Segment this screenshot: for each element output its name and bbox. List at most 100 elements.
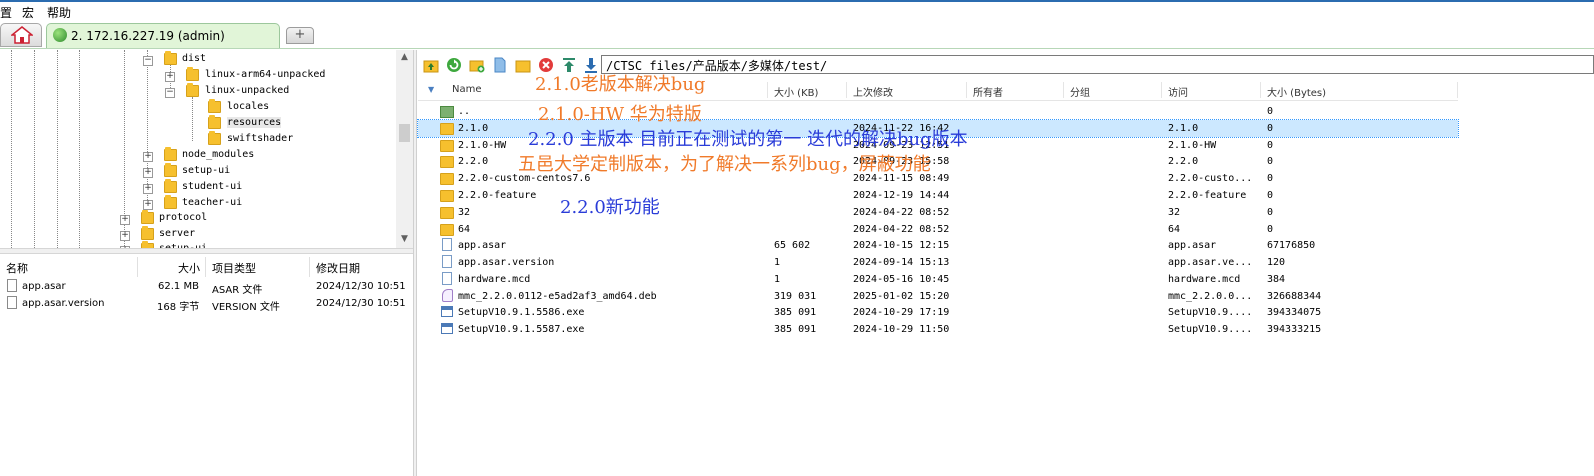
file-access: 2.2.0	[1168, 156, 1199, 167]
connected-globe-icon	[53, 28, 67, 42]
tree-node-dist[interactable]: − dist	[0, 51, 400, 69]
remote-file-row[interactable]: app.asar 65 602 2024-10-15 12:15 app.asar 67…	[418, 237, 1458, 254]
file-access: 32	[1168, 207, 1181, 218]
file-name: app.asar.version	[458, 257, 555, 268]
column-header-owner[interactable]: 所有者	[973, 84, 1003, 99]
file-bytes: 0	[1267, 140, 1274, 151]
file-name: 2.2.0	[458, 156, 489, 167]
column-header-type[interactable]: 项目类型	[212, 260, 256, 276]
refresh-icon[interactable]	[446, 57, 462, 73]
column-header-modified[interactable]: 上次修改	[853, 84, 893, 99]
local-file-row[interactable]: app.asar.version 168 字节 VERSION 文件 2024/…	[0, 296, 413, 313]
home-icon	[11, 26, 33, 44]
column-header-size[interactable]: 大小	[178, 260, 200, 276]
new-tab-button[interactable]: +	[286, 27, 314, 44]
remote-file-row[interactable]: mmc_2.2.0.0112-e5ad2af3_amd64.deb 319 031…	[418, 288, 1458, 305]
column-header-access[interactable]: 访问	[1168, 84, 1188, 99]
file-bytes: 0	[1267, 190, 1274, 201]
menu-item-settings[interactable]: 置	[0, 4, 12, 21]
file-modified: 2024-10-29 11:50	[853, 324, 950, 335]
file-bytes: 0	[1267, 106, 1274, 117]
file-access: mmc_2.2.0.0...	[1168, 291, 1253, 302]
remote-file-row[interactable]: SetupV10.9.1.5586.exe 385 091 2024-10-29 1…	[418, 304, 1458, 321]
file-modified: 2024/12/30 10:51	[316, 298, 406, 309]
folder-icon	[164, 163, 177, 177]
parent-folder-icon[interactable]	[423, 57, 439, 73]
tab-bar: 2. 172.16.227.19 (admin) +	[0, 20, 1594, 49]
menu-item-macro[interactable]: 宏	[22, 4, 34, 21]
file-bytes: 0	[1267, 123, 1274, 134]
sort-arrow-icon: ▼	[428, 85, 435, 94]
file-modified: 2024-05-16 10:45	[853, 274, 950, 285]
remote-file-row[interactable]: app.asar.version 1 2024-09-14 15:13 app.asa…	[418, 254, 1458, 271]
tree-node-linux-unpacked[interactable]: − linux-unpacked	[0, 83, 400, 101]
remote-path-input[interactable]: /CTSC files/产品版本/多媒体/test/	[601, 55, 1594, 74]
tab-session[interactable]: 2. 172.16.227.19 (admin)	[46, 23, 280, 48]
file-name: mmc_2.2.0.0112-e5ad2af3_amd64.deb	[458, 291, 657, 302]
expand-toggle[interactable]: +	[143, 200, 153, 210]
tree-scrollbar[interactable]: ▲ ▼	[396, 50, 413, 248]
tree-node-resources[interactable]: resources	[0, 115, 400, 133]
tree-node-teacher-ui[interactable]: + teacher-ui	[0, 195, 400, 213]
tree-node-setup-ui[interactable]: + setup-ui	[0, 163, 400, 181]
scroll-down-icon[interactable]: ▼	[396, 234, 413, 244]
folder-icon	[440, 173, 454, 185]
collapse-toggle[interactable]: −	[143, 56, 153, 66]
file-name: SetupV10.9.1.5586.exe	[458, 307, 585, 318]
file-modified: 2024-12-19 14:44	[853, 190, 950, 201]
file-icon	[7, 296, 17, 309]
file-name: hardware.mcd	[458, 274, 531, 285]
expand-toggle[interactable]: +	[120, 215, 130, 225]
tab-session-label: 2. 172.16.227.19 (admin)	[71, 29, 225, 43]
tree-node-protocol[interactable]: + protocol	[0, 210, 400, 228]
file-name: 2.1.0	[458, 123, 489, 134]
menu-item-help[interactable]: 帮助	[47, 4, 71, 21]
file-name: app.asar.version	[22, 298, 105, 309]
tree-node-linux-arm64-unpacked[interactable]: + linux-arm64-unpacked	[0, 67, 400, 85]
expand-toggle[interactable]: +	[143, 184, 153, 194]
column-header-bytes[interactable]: 大小 (Bytes)	[1267, 84, 1326, 99]
tree-node-label: node_modules	[182, 149, 255, 160]
tree-node-server[interactable]: + server	[0, 226, 400, 244]
scrollbar-thumb[interactable]	[399, 124, 410, 142]
tree-node-label: resources	[227, 117, 282, 128]
local-file-row[interactable]: app.asar 62.1 MB ASAR 文件 2024/12/30 10:5…	[0, 279, 413, 296]
new-folder-icon[interactable]	[469, 57, 485, 73]
file-access: app.asar	[1168, 240, 1217, 251]
file-size: 1	[774, 274, 781, 285]
expand-toggle[interactable]: +	[120, 231, 130, 241]
remote-file-row[interactable]: 64 2024-04-22 08:52 64 0	[418, 221, 1458, 238]
column-header-name[interactable]: 名称	[6, 260, 28, 276]
file-access: 2.1.0	[1168, 123, 1199, 134]
collapse-toggle[interactable]: −	[165, 88, 175, 98]
file-bytes: 120	[1267, 257, 1286, 268]
new-file-icon[interactable]	[492, 57, 508, 73]
column-header-name[interactable]: Name	[452, 84, 482, 95]
file-modified: 2024-04-22 08:52	[853, 224, 950, 235]
remote-file-row[interactable]: SetupV10.9.1.5587.exe 385 091 2024-10-29 1…	[418, 321, 1458, 338]
open-folder-icon[interactable]	[515, 57, 531, 73]
expand-toggle[interactable]: +	[143, 168, 153, 178]
column-header-size-kb[interactable]: 大小 (KB)	[774, 84, 818, 99]
tree-node-locales[interactable]: locales	[0, 99, 400, 117]
tree-node-node-modules[interactable]: + node_modules	[0, 147, 400, 165]
scroll-up-icon[interactable]: ▲	[396, 52, 413, 62]
exe-file-icon	[441, 306, 453, 317]
column-header-group[interactable]: 分组	[1070, 84, 1090, 99]
file-access: hardware.mcd	[1168, 274, 1241, 285]
folder-icon	[141, 226, 154, 240]
tree-node-student-ui[interactable]: + student-ui	[0, 179, 400, 197]
file-type: ASAR 文件	[212, 285, 263, 296]
file-name: 32	[458, 207, 471, 218]
file-modified: 2024/12/30 10:51	[316, 281, 406, 292]
pane-splitter-vertical[interactable]	[413, 50, 417, 476]
column-header-modified[interactable]: 修改日期	[316, 260, 360, 276]
expand-toggle[interactable]: +	[165, 72, 175, 82]
expand-toggle[interactable]: +	[143, 152, 153, 162]
tab-home[interactable]	[0, 23, 42, 47]
file-size: 385 091	[774, 307, 817, 318]
remote-file-row[interactable]: hardware.mcd 1 2024-05-16 10:45 hardware.mc…	[418, 271, 1458, 288]
file-size: 168 字节	[157, 302, 200, 313]
tree-node-swiftshader[interactable]: swiftshader	[0, 131, 400, 149]
folder-icon	[186, 83, 199, 97]
